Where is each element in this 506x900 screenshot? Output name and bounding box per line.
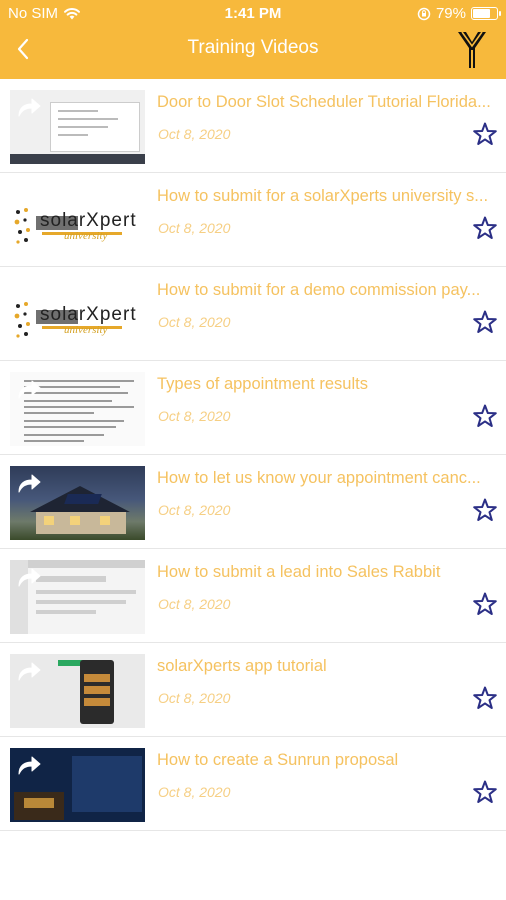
- thumb-text-line: [24, 412, 94, 414]
- video-title: How to create a Sunrun proposal: [157, 751, 399, 769]
- video-thumbnail[interactable]: [10, 372, 145, 446]
- video-row[interactable]: Types of appointment results Oct 8, 2020: [0, 361, 506, 455]
- thumb-solar-panel: [64, 494, 102, 504]
- share-arrow-icon: [18, 662, 41, 681]
- thumb-window: [100, 516, 110, 525]
- share-arrow-icon: [18, 568, 41, 587]
- thumb-text-line: [24, 406, 134, 408]
- thumb-block: [36, 590, 136, 594]
- video-row[interactable]: How to submit a lead into Sales Rabbit Oc…: [0, 549, 506, 643]
- video-row[interactable]: solarXpert university How to submit for a …: [0, 173, 506, 267]
- thumb-brand-sub: university: [64, 230, 108, 242]
- nav-bar: Training Videos: [0, 28, 506, 78]
- video-date: Oct 8, 2020: [158, 690, 231, 706]
- thumb-brand-sub: university: [64, 324, 108, 336]
- favorite-button[interactable]: [472, 497, 498, 523]
- favorite-button[interactable]: [472, 309, 498, 335]
- star-icon: [473, 686, 497, 709]
- orientation-lock-icon: [417, 7, 431, 20]
- thumb-brand-word: solarXpert: [40, 210, 137, 231]
- favorite-button[interactable]: [472, 685, 498, 711]
- status-bar: No SIM 1:41 PM 79%: [0, 0, 506, 28]
- thumb-text-line: [24, 400, 112, 402]
- video-date: Oct 8, 2020: [158, 314, 231, 330]
- share-arrow-icon: [18, 474, 41, 493]
- video-thumbnail[interactable]: [10, 654, 145, 728]
- video-thumbnail[interactable]: [10, 748, 145, 822]
- thumb-line: [58, 126, 108, 128]
- video-list: Door to Door Slot Scheduler Tutorial Flo…: [0, 79, 506, 831]
- share-arrow-icon: [18, 192, 41, 211]
- thumb-text-line: [24, 420, 124, 422]
- thumb-line: [58, 118, 118, 120]
- video-title: Types of appointment results: [157, 375, 368, 393]
- thumb-block: [36, 576, 106, 582]
- video-thumbnail[interactable]: solarXpert university: [10, 184, 145, 258]
- favorite-button[interactable]: [472, 121, 498, 147]
- favorite-button[interactable]: [472, 403, 498, 429]
- video-date: Oct 8, 2020: [158, 220, 231, 236]
- status-right: 79%: [417, 5, 501, 22]
- star-icon: [473, 780, 497, 803]
- star-icon: [473, 404, 497, 427]
- star-icon: [473, 310, 497, 333]
- thumb-taskbar: [10, 154, 145, 164]
- share-arrow-icon: [18, 756, 41, 775]
- video-title: Door to Door Slot Scheduler Tutorial Flo…: [157, 93, 491, 111]
- thumb-line: [58, 134, 88, 136]
- thumb-line: [58, 110, 98, 112]
- favorite-button[interactable]: [472, 591, 498, 617]
- video-date: Oct 8, 2020: [158, 784, 231, 800]
- thumb-text-line: [24, 440, 84, 442]
- star-icon: [473, 216, 497, 239]
- video-thumbnail[interactable]: [10, 466, 145, 540]
- thumb-card: [84, 686, 110, 694]
- video-row[interactable]: solarXperts app tutorial Oct 8, 2020: [0, 643, 506, 737]
- video-title: How to submit for a demo commission pay.…: [157, 281, 481, 299]
- video-date: Oct 8, 2020: [158, 126, 231, 142]
- favorite-button[interactable]: [472, 779, 498, 805]
- video-date: Oct 8, 2020: [158, 596, 231, 612]
- page-title: Training Videos: [187, 37, 319, 58]
- video-date: Oct 8, 2020: [158, 408, 231, 424]
- video-thumbnail[interactable]: [10, 90, 145, 164]
- thumb-window: [44, 516, 54, 525]
- star-icon: [473, 592, 497, 615]
- favorite-button[interactable]: [472, 215, 498, 241]
- thumb-block: [36, 610, 96, 614]
- battery-percent: 79%: [435, 5, 466, 22]
- thumb-panel: [72, 756, 142, 812]
- video-title: How to let us know your appointment canc…: [157, 469, 481, 487]
- star-icon: [473, 122, 497, 145]
- thumb-brand-word: solarXpert: [40, 304, 137, 325]
- share-arrow-icon: [18, 380, 41, 399]
- thumb-text-line: [24, 426, 116, 428]
- solarxperts-logo-icon: [458, 31, 486, 68]
- thumb-block: [36, 600, 126, 604]
- battery-fill: [473, 9, 491, 18]
- video-row[interactable]: solarXpert university How to submit for a …: [0, 267, 506, 361]
- video-row[interactable]: How to create a Sunrun proposal Oct 8, 20…: [0, 737, 506, 831]
- thumb-card: [84, 674, 110, 682]
- app-header: No SIM 1:41 PM 79% Training Videos: [0, 0, 506, 79]
- share-arrow-icon: [18, 286, 41, 305]
- video-title: How to submit for a solarXperts universi…: [157, 187, 489, 205]
- thumb-glow: [24, 798, 54, 808]
- thumb-window: [70, 516, 80, 525]
- thumb-card: [84, 698, 110, 706]
- thumb-text-line: [24, 434, 104, 436]
- video-row[interactable]: How to let us know your appointment canc…: [0, 455, 506, 549]
- video-date: Oct 8, 2020: [158, 502, 231, 518]
- battery-icon: [471, 7, 501, 20]
- video-title: How to submit a lead into Sales Rabbit: [157, 563, 441, 581]
- video-thumbnail[interactable]: [10, 560, 145, 634]
- video-row[interactable]: Door to Door Slot Scheduler Tutorial Flo…: [0, 79, 506, 173]
- video-thumbnail[interactable]: solarXpert university: [10, 278, 145, 352]
- share-arrow-icon: [18, 98, 41, 117]
- video-title: solarXperts app tutorial: [157, 657, 327, 675]
- star-icon: [473, 498, 497, 521]
